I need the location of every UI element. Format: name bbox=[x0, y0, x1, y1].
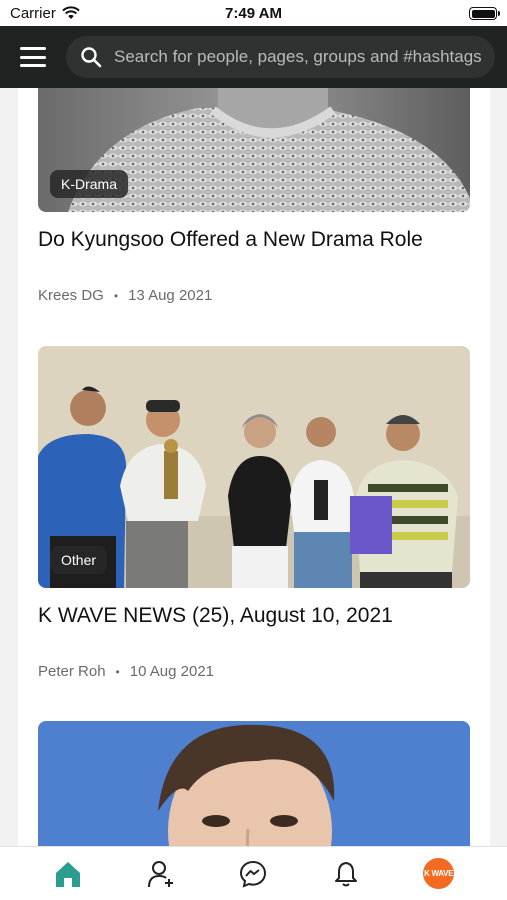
status-bar: Carrier 7:49 AM bbox=[0, 0, 507, 26]
portrait-photo bbox=[38, 721, 470, 846]
post-image[interactable]: K-Drama bbox=[38, 88, 470, 212]
add-person-icon bbox=[147, 860, 173, 887]
nav-home[interactable] bbox=[48, 854, 88, 894]
clock: 7:49 AM bbox=[225, 4, 282, 22]
messenger-icon bbox=[240, 860, 267, 888]
nav-profile[interactable]: K WAVE bbox=[419, 854, 459, 894]
bell-icon bbox=[335, 861, 358, 886]
post-title[interactable]: K WAVE NEWS (25), August 10, 2021 bbox=[38, 602, 470, 629]
post-date: 10 Aug 2021 bbox=[129, 663, 215, 680]
post-meta: Krees DG • 13 Aug 2021 bbox=[38, 287, 470, 304]
search-input[interactable] bbox=[114, 47, 495, 67]
post-date: 13 Aug 2021 bbox=[128, 287, 213, 304]
nav-add-friend[interactable] bbox=[141, 854, 181, 894]
post-author[interactable]: Peter Roh bbox=[38, 663, 106, 680]
post-card[interactable]: Other K WAVE NEWS (25), August 10, 2021 … bbox=[38, 346, 470, 680]
post-title[interactable]: Do Kyungsoo Offered a New Drama Role bbox=[38, 226, 470, 253]
category-badge[interactable]: K-Drama bbox=[50, 170, 129, 198]
post-card[interactable] bbox=[38, 721, 470, 846]
nav-messages[interactable] bbox=[233, 854, 273, 894]
post-card[interactable]: K-Drama Do Kyungsoo Offered a New Drama … bbox=[38, 88, 470, 304]
search-bar[interactable] bbox=[66, 36, 495, 78]
search-icon bbox=[81, 47, 102, 68]
home-icon bbox=[56, 861, 81, 887]
profile-avatar: K WAVE bbox=[423, 858, 455, 889]
news-feed[interactable]: K-Drama Do Kyungsoo Offered a New Drama … bbox=[18, 88, 490, 846]
post-image[interactable] bbox=[38, 721, 470, 846]
post-image[interactable]: Other bbox=[38, 346, 470, 588]
post-meta: Peter Roh • 10 Aug 2021 bbox=[38, 663, 470, 680]
nav-notifications[interactable] bbox=[326, 854, 366, 894]
menu-icon[interactable] bbox=[20, 47, 46, 67]
bottom-nav: K WAVE bbox=[0, 846, 507, 900]
top-bar bbox=[0, 26, 507, 88]
category-badge[interactable]: Other bbox=[50, 546, 108, 574]
separator-dot: • bbox=[115, 664, 120, 679]
battery-icon bbox=[469, 7, 500, 20]
separator-dot: • bbox=[113, 288, 119, 303]
post-author[interactable]: Krees DG bbox=[38, 287, 104, 304]
